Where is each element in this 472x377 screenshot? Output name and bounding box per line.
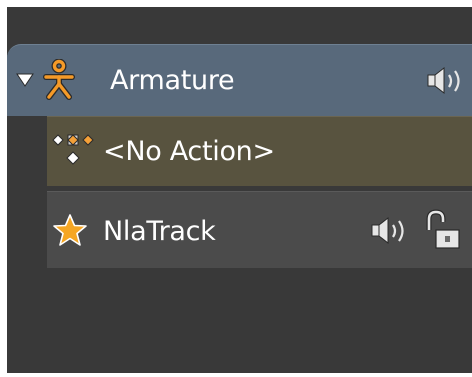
nla-track-row[interactable]: NlaTrack — [47, 191, 472, 268]
no-action-label: <No Action> — [103, 136, 275, 167]
nla-track-label: NlaTrack — [103, 216, 216, 247]
speaker-icon[interactable] — [370, 216, 410, 246]
screenshot-frame: Armature <No Action> NlaTrack — [0, 0, 472, 377]
armature-label: Armature — [110, 65, 235, 96]
armature-icon — [43, 59, 75, 100]
action-keyframes-icon — [52, 134, 94, 165]
star-icon — [53, 214, 87, 246]
disclosure-triangle-down-icon[interactable] — [16, 73, 34, 87]
nla-channel-list: Armature <No Action> NlaTrack — [7, 7, 472, 373]
action-channel-row[interactable]: <No Action> — [47, 116, 472, 186]
armature-channel-row[interactable]: Armature — [7, 44, 472, 116]
lock-open-icon[interactable] — [421, 208, 461, 252]
speaker-icon[interactable] — [426, 66, 466, 96]
